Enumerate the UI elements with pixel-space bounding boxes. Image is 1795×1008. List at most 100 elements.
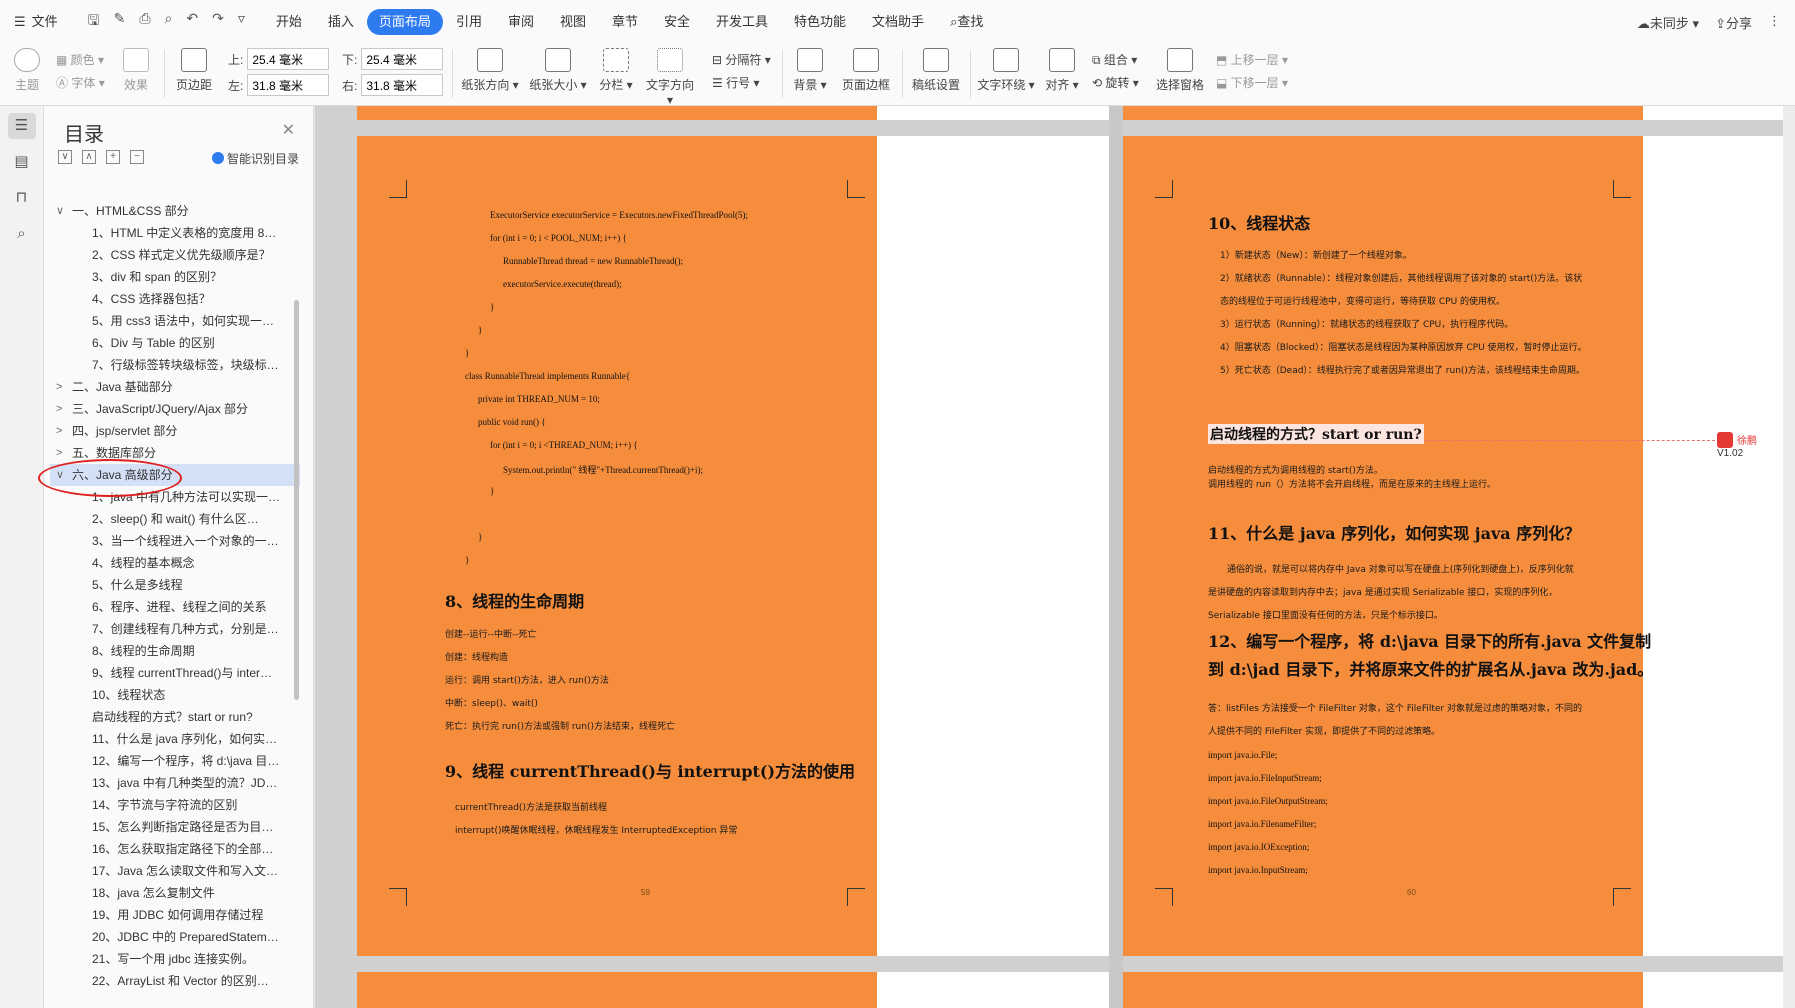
toc-item[interactable]: 9、线程 currentThread()与 inter… <box>50 662 300 684</box>
selection-pane-button[interactable]: 选择窗格 <box>1152 48 1208 93</box>
toc-item[interactable]: 6、Div 与 Table 的区别 <box>50 332 300 354</box>
collapse-all-icon[interactable]: ∧ <box>82 150 96 164</box>
toc-item[interactable]: 14、字节流与字符流的区别 <box>50 794 300 816</box>
effects-button[interactable]: 效果 <box>118 48 154 93</box>
tab-chapter[interactable]: 章节 <box>599 9 651 35</box>
align-button[interactable]: 对齐 ▾ <box>1042 48 1082 93</box>
more-icon[interactable]: ⋮ <box>1768 13 1781 32</box>
document-scrollbar[interactable] <box>1783 106 1795 1008</box>
chevron-right-icon[interactable]: > <box>56 442 62 464</box>
file-menu[interactable]: ☰ 文件 <box>0 9 70 35</box>
tab-view[interactable]: 视图 <box>547 9 599 35</box>
chevron-down-icon[interactable]: ∨ <box>56 200 64 222</box>
tab-developer[interactable]: 开发工具 <box>703 9 781 35</box>
top-margin-input[interactable] <box>247 48 330 70</box>
redo-icon[interactable]: ↷ <box>212 10 224 34</box>
toc-icon[interactable]: ☰ <box>7 113 36 139</box>
toc-item[interactable]: 12、编写一个程序，将 d:\java 目… <box>50 750 300 772</box>
left-margin-input[interactable] <box>247 74 330 96</box>
text-direction-button[interactable]: 文字方向 ▾ <box>642 48 698 107</box>
customize-icon[interactable]: ▿ <box>238 10 245 34</box>
paper-size-button[interactable]: 纸张大小 ▾ <box>528 48 588 93</box>
tab-doc-assistant[interactable]: 文档助手 <box>859 9 937 35</box>
print-preview-icon[interactable]: ⌕ <box>165 10 173 34</box>
toc-section[interactable]: > 四、jsp/servlet 部分 <box>50 420 300 442</box>
toc-item[interactable]: 16、怎么获取指定路径下的全部… <box>50 838 300 860</box>
rotate-button[interactable]: ⟲ 旋转 ▾ <box>1092 74 1139 91</box>
toc-item[interactable]: 3、div 和 span 的区别？ <box>50 266 300 288</box>
chevron-right-icon[interactable]: > <box>56 376 62 398</box>
tab-references[interactable]: 引用 <box>443 9 495 35</box>
chevron-right-icon[interactable]: > <box>56 398 62 420</box>
pages-icon[interactable]: ▤ <box>8 149 36 175</box>
send-backward-button[interactable]: ⬓ 下移一层 ▾ <box>1216 74 1288 91</box>
page-border-button[interactable]: 页面边框 <box>838 48 894 93</box>
toc-item[interactable]: 5、什么是多线程 <box>50 574 300 596</box>
toc-item[interactable]: 2、CSS 样式定义优先级顺序是？ <box>50 244 300 266</box>
page-prev-right-margin <box>1643 106 1783 120</box>
right-margin-input[interactable] <box>361 74 444 96</box>
toc-item[interactable]: 4、线程的基本概念 <box>50 552 300 574</box>
chevron-right-icon[interactable]: > <box>56 420 62 442</box>
toc-item[interactable]: 10、线程状态 <box>50 684 300 706</box>
columns-button[interactable]: 分栏 ▾ <box>596 48 636 93</box>
tab-home[interactable]: 开始 <box>263 9 315 35</box>
toc-item[interactable]: 7、行级标签转块级标签，块级标… <box>50 354 300 376</box>
toc-item[interactable]: 5、用 css3 语法中，如何实现一… <box>50 310 300 332</box>
close-icon[interactable]: ✕ <box>282 120 295 140</box>
toc-item[interactable]: 2、sleep() 和 wait() 有什么区… <box>50 508 300 530</box>
tab-security[interactable]: 安全 <box>651 9 703 35</box>
colors-button[interactable]: ▦ 颜色 ▾ <box>56 51 104 68</box>
toc-item[interactable]: 6、程序、进程、线程之间的关系 <box>50 596 300 618</box>
smart-toc-button[interactable]: 智能识别目录 <box>211 150 299 167</box>
remove-heading-icon[interactable]: − <box>130 150 144 164</box>
search-button[interactable]: ⌕查找 <box>937 9 996 35</box>
theme-button[interactable]: 主题 <box>10 48 44 93</box>
toc-item[interactable]: 启动线程的方式？start or run? <box>50 706 300 728</box>
bookmark-icon[interactable]: ⊓ <box>8 185 36 211</box>
toc-item[interactable]: 19、用 JDBC 如何调用存储过程 <box>50 904 300 926</box>
toc-item[interactable]: 15、怎么判断指定路径是否为目… <box>50 816 300 838</box>
orientation-button[interactable]: 纸张方向 ▾ <box>460 48 520 93</box>
background-button[interactable]: 背景 ▾ <box>788 48 832 93</box>
toc-section[interactable]: > 三、JavaScript/JQuery/Ajax 部分 <box>50 398 300 420</box>
print-icon[interactable]: ⎙ <box>139 10 150 34</box>
expand-all-icon[interactable]: ∨ <box>58 150 72 164</box>
text-wrap-button[interactable]: 文字环绕 ▾ <box>976 48 1036 93</box>
comment-balloon[interactable]: 徐鹏 V1.02 <box>1717 432 1757 459</box>
manuscript-settings-button[interactable]: 稿纸设置 <box>908 48 964 93</box>
toc-item[interactable]: 20、JDBC 中的 PreparedStatem… <box>50 926 300 948</box>
toc-section[interactable]: > 二、Java 基础部分 <box>50 376 300 398</box>
toc-item[interactable]: 3、当一个线程进入一个对象的一… <box>50 530 300 552</box>
tab-insert[interactable]: 插入 <box>315 9 367 35</box>
line-numbers-button[interactable]: ☰ 行号 ▾ <box>712 74 759 91</box>
undo-icon[interactable]: ↶ <box>186 10 198 34</box>
toc-item[interactable]: 17、Java 怎么读取文件和写入文… <box>50 860 300 882</box>
toc-item[interactable]: 13、java 中有几种类型的流？JD… <box>50 772 300 794</box>
save-icon[interactable]: 🖫 <box>88 10 100 34</box>
bottom-margin-input[interactable] <box>361 48 444 70</box>
tab-page-layout[interactable]: 页面布局 <box>366 9 443 35</box>
tab-features[interactable]: 特色功能 <box>781 9 859 35</box>
toc-item[interactable]: 8、线程的生命周期 <box>50 640 300 662</box>
share-button[interactable]: ⇪分享 <box>1715 13 1752 32</box>
bring-forward-button[interactable]: ⬒ 上移一层 ▾ <box>1216 51 1288 68</box>
toc-item[interactable]: 4、CSS 选择器包括？ <box>50 288 300 310</box>
margins-button[interactable]: 页边距 <box>172 48 216 93</box>
toc-item[interactable]: 22、ArrayList 和 Vector 的区别… <box>50 970 300 992</box>
fonts-button[interactable]: Ⓐ 字体 ▾ <box>56 74 105 91</box>
toc-item[interactable]: 7、创建线程有几种方式，分别是… <box>50 618 300 640</box>
toc-item[interactable]: 21、写一个用 jdbc 连接实例。 <box>50 948 300 970</box>
group-button[interactable]: ⧉ 组合 ▾ <box>1092 51 1137 68</box>
toc-item[interactable]: 11、什么是 java 序列化，如何实… <box>50 728 300 750</box>
find-icon[interactable]: ⌕ <box>8 221 36 247</box>
sync-status[interactable]: ☁未同步 ▾ <box>1637 13 1699 32</box>
add-heading-icon[interactable]: + <box>106 150 120 164</box>
toc-scrollbar[interactable] <box>294 300 299 700</box>
toc-item[interactable]: 1、HTML 中定义表格的宽度用 8… <box>50 222 300 244</box>
breaks-button[interactable]: ⊟ 分隔符 ▾ <box>712 51 771 68</box>
toc-section[interactable]: ∨ 一、HTML&CSS 部分 <box>50 200 300 222</box>
toc-item[interactable]: 18、java 怎么复制文件 <box>50 882 300 904</box>
tab-review[interactable]: 审阅 <box>495 9 547 35</box>
format-painter-icon[interactable]: ✎ <box>114 10 126 34</box>
